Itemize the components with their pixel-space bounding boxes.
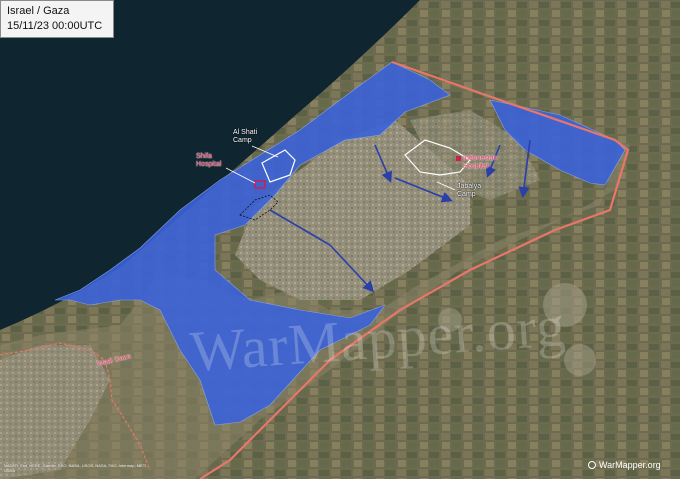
label-indonesian-hospital: Indonesian Hospital <box>463 155 498 170</box>
map-title: Israel / Gaza 15/11/23 00:00UTC <box>0 0 114 38</box>
brand-mark: WarMapper.org <box>588 460 661 470</box>
brand-text: WarMapper.org <box>599 460 661 470</box>
map-canvas <box>0 0 680 479</box>
map-datetime: 15/11/23 00:00UTC <box>7 20 103 32</box>
town-east-2 <box>564 344 596 376</box>
attribution: NADER, Esri, HERE, Garmin, ESO, NASA, US… <box>4 463 148 473</box>
label-jabalya-camp: Jabalya Camp <box>457 183 482 198</box>
label-al-shati-camp: Al Shati Camp <box>233 129 258 144</box>
label-shifa-hospital: Shifa Hospital <box>196 153 222 168</box>
indonesian-hospital-marker <box>456 156 461 161</box>
map-stage: WarMapper.org Israel / Gaza 15/11/23 00:… <box>0 0 680 479</box>
globe-icon <box>588 461 596 469</box>
map-region: Israel / Gaza <box>7 5 70 17</box>
